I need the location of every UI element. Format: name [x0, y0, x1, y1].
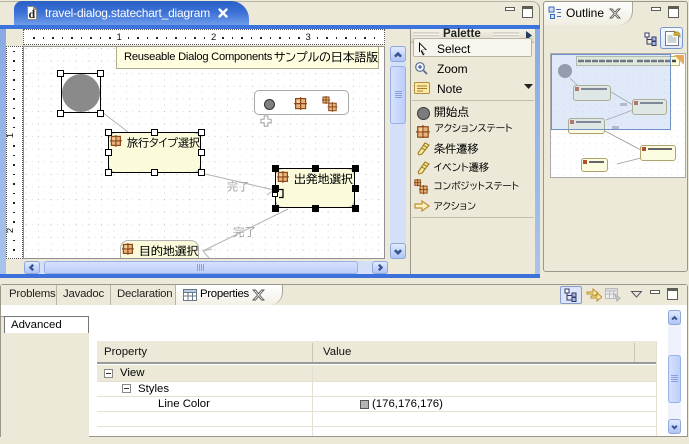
svg-text:d: d: [29, 7, 36, 21]
